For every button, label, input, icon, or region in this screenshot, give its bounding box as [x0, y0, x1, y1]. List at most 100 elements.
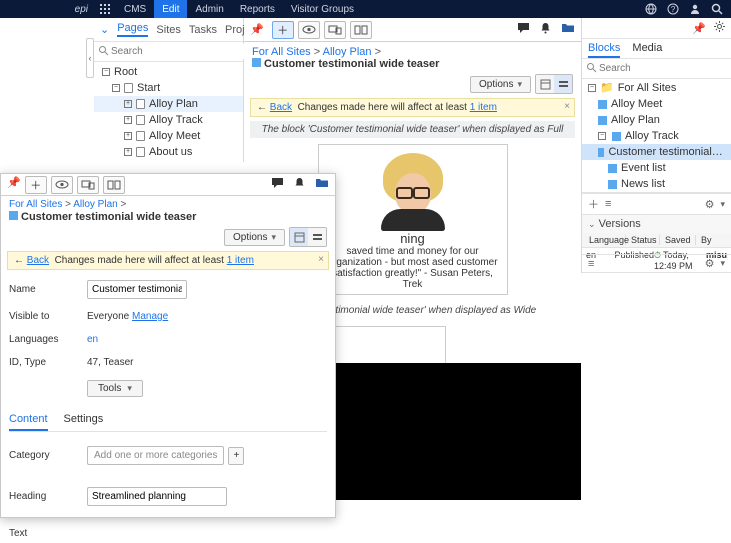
assets-search-input[interactable]	[597, 61, 731, 76]
page-icon	[136, 147, 145, 157]
col-language[interactable]: Language	[586, 235, 626, 245]
options-button[interactable]: Options▾	[224, 229, 285, 246]
gear-icon[interactable]: ⚙	[705, 198, 715, 211]
search-icon[interactable]	[711, 3, 723, 15]
nav-visitor-groups[interactable]: Visitor Groups	[283, 0, 362, 18]
tools-button[interactable]: Tools▾	[87, 380, 143, 397]
banner-item-link[interactable]: 1 item	[227, 255, 254, 266]
tree-start[interactable]: −Start	[94, 80, 243, 96]
col-by[interactable]: By	[698, 235, 715, 245]
compare-button[interactable]	[103, 176, 125, 194]
compare-button[interactable]	[350, 21, 372, 39]
col-status[interactable]: Status	[628, 235, 660, 245]
tab-blocks[interactable]: Blocks	[588, 42, 620, 58]
tree-alloy-meet[interactable]: +Alloy Meet	[94, 128, 243, 144]
tab-pages[interactable]: Pages	[117, 22, 148, 37]
tab-tasks[interactable]: Tasks	[189, 24, 217, 36]
pin-icon[interactable]: 📌	[250, 23, 264, 36]
affect-banner: ← Back Changes made here will affect at …	[7, 251, 329, 270]
tab-media[interactable]: Media	[632, 42, 662, 58]
crumb-all-sites[interactable]: For All Sites	[252, 46, 311, 58]
folder-all-sites[interactable]: −📁For All Sites	[582, 79, 731, 96]
name-label: Name	[9, 284, 87, 295]
manage-link[interactable]: Manage	[132, 311, 168, 322]
page-tree: −Root −Start +Alloy Plan +Alloy Track +A…	[94, 62, 243, 162]
tree-about[interactable]: +About us	[94, 144, 243, 160]
block-customer-testimonial[interactable]: Customer testimonial wide teaser	[582, 144, 731, 160]
name-input[interactable]	[87, 280, 187, 299]
breadcrumb: For All Sites > Alloy Plan >	[1, 196, 335, 211]
block-news-list[interactable]: News list	[582, 176, 731, 192]
devices-button[interactable]	[77, 176, 99, 194]
tab-content[interactable]: Content	[9, 409, 48, 431]
devices-button[interactable]	[324, 21, 346, 39]
options-button[interactable]: Options▾	[470, 76, 531, 93]
add-button[interactable]: ＋	[25, 176, 47, 194]
page-icon	[136, 131, 145, 141]
svg-text:?: ?	[671, 5, 676, 14]
chevron-down-icon[interactable]: ⌄	[100, 23, 109, 36]
banner-back-link[interactable]: Back	[270, 102, 292, 113]
tab-sites[interactable]: Sites	[156, 24, 180, 36]
preview-button[interactable]	[51, 176, 73, 194]
heading-input[interactable]	[87, 487, 227, 506]
folder-icon[interactable]	[561, 22, 575, 37]
banner-item-link[interactable]: 1 item	[470, 102, 497, 113]
list-view-icon[interactable]: ≡	[605, 198, 611, 210]
folder-icon[interactable]	[315, 177, 329, 192]
item-label: Event list	[621, 162, 666, 174]
tree-root[interactable]: −Root	[94, 64, 243, 80]
add-category-button[interactable]: +	[228, 447, 244, 465]
tools-label: Tools	[98, 383, 121, 394]
dropdown-icon[interactable]: ▾	[720, 258, 725, 269]
close-icon[interactable]: ×	[318, 254, 324, 265]
block-icon	[252, 58, 261, 67]
pin-icon[interactable]: 📌	[7, 176, 21, 194]
category-input[interactable]: Add one or more categories	[87, 446, 224, 465]
view-forms[interactable]	[290, 228, 308, 246]
add-block-button[interactable]: ＋	[588, 196, 599, 212]
folder-alloy-track[interactable]: −Alloy Track	[582, 128, 731, 144]
list-view-icon[interactable]: ≡	[588, 258, 594, 270]
nav-admin[interactable]: Admin	[187, 0, 231, 18]
apps-icon[interactable]	[94, 4, 116, 14]
nav-panel: ⌄ Pages Sites Tasks Project Items −Root …	[94, 18, 244, 162]
view-forms[interactable]	[536, 75, 554, 93]
close-icon[interactable]: ×	[564, 101, 570, 112]
gear-icon[interactable]	[714, 21, 725, 35]
preview-button[interactable]	[298, 21, 320, 39]
left-panel-handle[interactable]: ‹	[86, 38, 94, 78]
crumb-all-sites[interactable]: For All Sites	[9, 199, 62, 210]
view-onpage[interactable]	[308, 228, 326, 246]
col-saved[interactable]: Saved	[662, 235, 696, 245]
help-icon[interactable]: ?	[667, 3, 679, 15]
nav-cms[interactable]: CMS	[116, 0, 154, 18]
tree-alloy-track[interactable]: +Alloy Track	[94, 112, 243, 128]
banner-back-link[interactable]: Back	[27, 255, 49, 266]
nav-reports[interactable]: Reports	[232, 0, 283, 18]
options-label: Options	[479, 79, 513, 90]
bell-icon[interactable]	[294, 177, 305, 192]
chat-icon[interactable]	[271, 177, 284, 192]
bell-icon[interactable]	[540, 22, 551, 37]
tab-settings[interactable]: Settings	[64, 409, 104, 431]
tree-alloy-plan[interactable]: +Alloy Plan	[94, 96, 243, 112]
block-event-list[interactable]: Event list	[582, 160, 731, 176]
nav-search-input[interactable]	[109, 44, 245, 59]
page-icon	[124, 83, 133, 93]
options-label: Options	[233, 232, 267, 243]
tree-label: Alloy Meet	[149, 130, 200, 142]
globe-icon[interactable]	[645, 3, 657, 15]
dropdown-icon[interactable]: ▾	[720, 199, 725, 210]
pin-icon[interactable]: 📌	[692, 22, 706, 35]
gear-icon[interactable]: ⚙	[705, 257, 715, 270]
nav-edit[interactable]: Edit	[154, 0, 187, 18]
add-button[interactable]: ＋	[272, 21, 294, 39]
view-onpage[interactable]	[554, 75, 572, 93]
folder-alloy-meet[interactable]: Alloy Meet	[582, 96, 731, 112]
crumb-alloy-plan[interactable]: Alloy Plan	[73, 199, 117, 210]
user-icon[interactable]	[689, 3, 701, 15]
folder-alloy-plan[interactable]: Alloy Plan	[582, 112, 731, 128]
crumb-alloy-plan[interactable]: Alloy Plan	[323, 46, 372, 58]
chat-icon[interactable]	[517, 22, 530, 37]
